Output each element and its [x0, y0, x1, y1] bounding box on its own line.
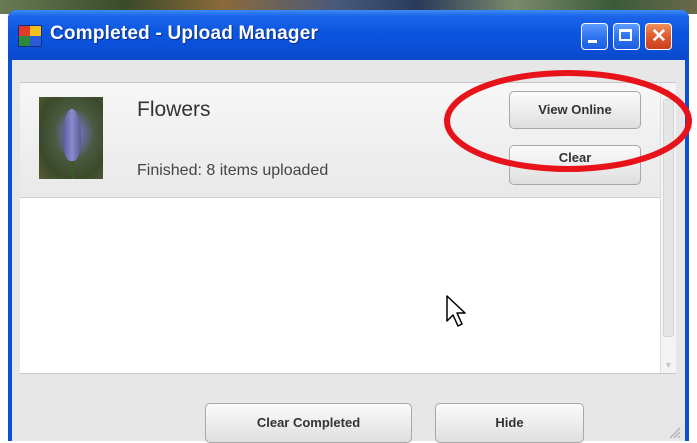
- view-online-button[interactable]: View Online: [509, 91, 641, 129]
- close-icon: ✕: [651, 26, 667, 47]
- upload-manager-window: Completed - Upload Manager ✕ Flowers Fin…: [8, 10, 689, 443]
- close-button[interactable]: ✕: [645, 23, 672, 50]
- picasa-icon: [18, 25, 42, 47]
- album-name: Flowers: [137, 98, 211, 121]
- window-title: Completed - Upload Manager: [50, 23, 319, 44]
- vertical-scrollbar[interactable]: ▲ ▼: [660, 83, 676, 373]
- flower-thumbnail: [39, 97, 103, 179]
- clear-button[interactable]: Clear: [509, 145, 641, 185]
- resize-grip-icon[interactable]: [667, 425, 681, 439]
- minimize-button[interactable]: [581, 23, 608, 50]
- upload-status: Finished: 8 items uploaded: [137, 162, 329, 179]
- mouse-pointer-icon: [446, 295, 466, 327]
- clear-completed-button[interactable]: Clear Completed: [205, 403, 412, 443]
- scroll-down-arrow-icon[interactable]: ▼: [661, 357, 676, 373]
- upload-row: Flowers Finished: 8 items uploaded View …: [20, 83, 660, 198]
- scroll-thumb[interactable]: [663, 99, 674, 337]
- title-bar[interactable]: Completed - Upload Manager ✕: [8, 10, 689, 60]
- hide-button[interactable]: Hide: [435, 403, 584, 443]
- scroll-up-arrow-icon[interactable]: ▲: [661, 83, 676, 99]
- maximize-button[interactable]: [613, 23, 640, 50]
- upload-list: Flowers Finished: 8 items uploaded View …: [20, 82, 676, 374]
- window-client-area: Flowers Finished: 8 items uploaded View …: [12, 60, 685, 443]
